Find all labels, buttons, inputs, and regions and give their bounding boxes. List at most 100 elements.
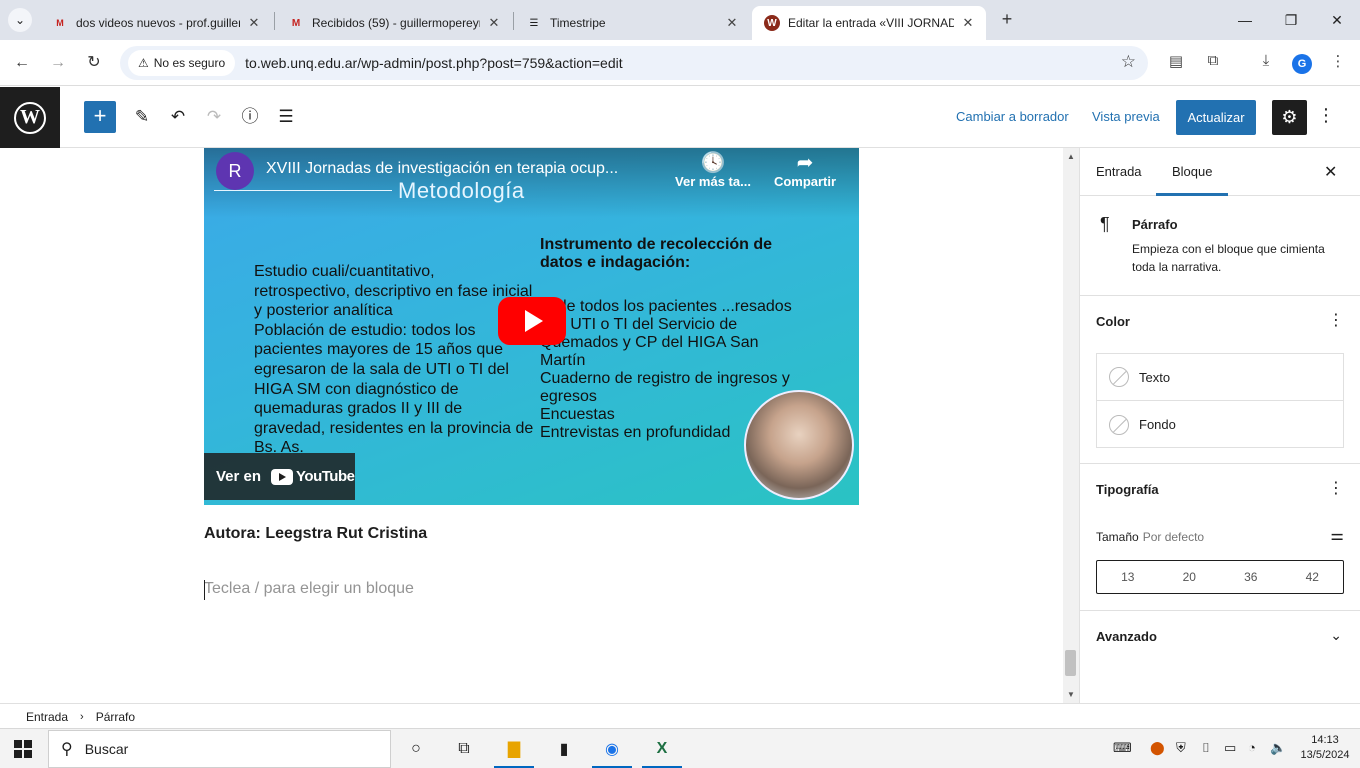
switch-to-draft-link[interactable]: Cambiar a borrador xyxy=(956,109,1069,124)
youtube-logo: YouTube xyxy=(271,468,355,485)
tab-block[interactable]: Bloque xyxy=(1172,164,1212,179)
presenter-webcam xyxy=(744,390,854,500)
minimize-button[interactable]: — xyxy=(1222,0,1268,40)
bookmark-star-icon[interactable]: ☆ xyxy=(1121,52,1136,72)
security-icon[interactable]: ⛨ xyxy=(1176,740,1186,756)
scroll-thumb[interactable] xyxy=(1065,650,1076,676)
update-button[interactable]: Actualizar xyxy=(1176,100,1256,135)
window-close-button[interactable]: ✕ xyxy=(1314,0,1360,40)
list-view-icon[interactable]: ☰ xyxy=(274,105,298,129)
chrome-icon[interactable]: ◉ xyxy=(600,737,624,761)
forward-button[interactable]: → xyxy=(46,51,70,75)
start-button[interactable] xyxy=(14,740,32,758)
share-button[interactable]: ➦ Compartir xyxy=(760,150,850,189)
task-view-icon[interactable]: ⧉ xyxy=(452,737,476,761)
chevron-down-icon[interactable]: ⌄ xyxy=(1330,627,1342,644)
new-tab-button[interactable]: + xyxy=(996,9,1018,31)
preview-link[interactable]: Vista previa xyxy=(1092,109,1160,124)
font-size-option[interactable]: 20 xyxy=(1159,561,1221,593)
scroll-down-icon[interactable]: ▼ xyxy=(1067,690,1075,699)
redo-icon[interactable]: ↷ xyxy=(202,105,226,129)
restore-button[interactable]: ❐ xyxy=(1268,0,1314,40)
play-button[interactable] xyxy=(498,297,566,345)
browser-tab[interactable]: M Recibidos (59) - guillermopereyra ✕ xyxy=(276,6,512,40)
browser-tab[interactable]: ☰ Timestripe ✕ xyxy=(514,6,750,40)
settings-sidebar: Entrada Bloque ✕ ¶ Párrafo Empieza con e… xyxy=(1079,148,1360,703)
excel-icon[interactable]: X xyxy=(650,737,674,761)
play-icon xyxy=(525,310,543,332)
options-menu-icon[interactable]: ⋮ xyxy=(1316,105,1336,129)
network-icon[interactable]: ▭ xyxy=(1224,740,1236,756)
channel-avatar[interactable]: R xyxy=(216,152,254,190)
info-icon[interactable]: ⓘ xyxy=(238,105,262,129)
wordpress-logo[interactable]: W xyxy=(0,87,60,148)
custom-size-icon[interactable]: ⚌ xyxy=(1331,526,1344,544)
author-paragraph[interactable]: Autora: Leegstra Rut Cristina xyxy=(204,525,427,543)
alert-icon[interactable]: ⬤ xyxy=(1150,740,1165,756)
scroll-up-icon[interactable]: ▲ xyxy=(1067,152,1075,161)
address-bar[interactable]: ⚠ No es seguro to.web.unq.edu.ar/wp-admi… xyxy=(120,46,1148,80)
file-explorer-icon[interactable]: ▇ xyxy=(502,737,526,761)
url-text[interactable]: to.web.unq.edu.ar/wp-admin/post.php?post… xyxy=(245,55,623,71)
close-sidebar-icon[interactable]: ✕ xyxy=(1324,162,1337,182)
breadcrumb-root[interactable]: Entrada xyxy=(26,710,68,724)
browser-tab[interactable]: M dos videos nuevos - prof.guillermo ✕ xyxy=(40,6,272,40)
typography-options-icon[interactable]: ⋮ xyxy=(1328,478,1344,498)
security-chip[interactable]: ⚠ No es seguro xyxy=(128,50,236,76)
color-panel-title: Color xyxy=(1096,314,1130,329)
taskbar-search[interactable]: ⚲ Buscar xyxy=(48,730,391,768)
font-size-option[interactable]: 42 xyxy=(1282,561,1344,593)
canvas-scrollbar[interactable]: ▲ ▼ xyxy=(1063,148,1079,703)
empty-block-placeholder[interactable]: Teclea / para elegir un bloque xyxy=(204,580,414,598)
block-inserter-button[interactable]: + xyxy=(84,101,116,133)
download-icon[interactable]: ⤓ xyxy=(1255,52,1277,74)
background-color-option[interactable]: Fondo xyxy=(1097,401,1343,448)
profile-avatar[interactable]: G xyxy=(1292,54,1312,74)
tab-post[interactable]: Entrada xyxy=(1096,164,1142,179)
browser-menu-icon[interactable]: ⋮ xyxy=(1327,52,1349,74)
edit-tool-icon[interactable]: ✎ xyxy=(130,105,154,129)
typography-panel: Tipografía ⋮ Tamaño Por defecto ⚌ 13 20 3… xyxy=(1080,464,1360,611)
youtube-embed[interactable]: Metodología R XVIII Jornadas de investig… xyxy=(204,148,859,505)
reader-mode-icon[interactable]: ▤ xyxy=(1165,52,1187,74)
gmail-icon: M xyxy=(56,18,64,28)
warning-icon: ⚠ xyxy=(138,56,149,70)
back-button[interactable]: ← xyxy=(10,51,34,75)
wordpress-icon: W xyxy=(14,101,46,134)
empty-swatch-icon xyxy=(1109,367,1129,387)
breadcrumb-current[interactable]: Párrafo xyxy=(96,710,135,724)
app-icon[interactable]: ▮ xyxy=(552,737,576,761)
close-icon[interactable]: ✕ xyxy=(724,15,740,31)
font-size-option[interactable]: 13 xyxy=(1097,561,1159,593)
taskbar-clock[interactable]: 14:13 13/5/2024 xyxy=(1296,733,1354,763)
video-title[interactable]: XVIII Jornadas de investigación en terap… xyxy=(266,160,618,178)
undo-icon[interactable]: ↶ xyxy=(166,105,190,129)
tab-search-button[interactable]: ⌄ xyxy=(8,8,32,32)
volume-icon[interactable]: 🔈 xyxy=(1270,740,1286,756)
font-size-option[interactable]: 36 xyxy=(1220,561,1282,593)
color-options-icon[interactable]: ⋮ xyxy=(1328,310,1344,330)
browser-tab-active[interactable]: W Editar la entrada «VIII JORNADAS ✕ xyxy=(752,6,986,40)
watch-on-youtube-button[interactable]: Ver en YouTube xyxy=(204,453,355,500)
cortana-icon[interactable]: ○ xyxy=(404,737,428,761)
extensions-icon[interactable]: ⧉ xyxy=(1202,52,1224,74)
wifi-icon[interactable]: ◔ xyxy=(1248,740,1256,755)
close-icon[interactable]: ✕ xyxy=(486,15,502,31)
advanced-panel[interactable]: Avanzado ⌄ xyxy=(1080,611,1360,663)
settings-gear-button[interactable]: ⚙ xyxy=(1272,100,1307,135)
close-icon[interactable]: ✕ xyxy=(960,15,976,31)
block-card: ¶ Párrafo Empieza con el bloque que cimi… xyxy=(1080,196,1360,296)
slide-divider xyxy=(214,190,392,191)
watch-later-button[interactable]: 🕓 Ver más ta... xyxy=(668,150,758,189)
timestripe-icon: ☰ xyxy=(529,17,539,29)
text-color-option[interactable]: Texto xyxy=(1097,354,1343,401)
keyboard-icon[interactable]: ⌨ xyxy=(1113,740,1132,756)
search-icon: ⚲ xyxy=(61,741,73,758)
chevron-right-icon: › xyxy=(80,710,84,723)
reload-button[interactable]: ↻ xyxy=(82,51,106,75)
close-icon[interactable]: ✕ xyxy=(246,15,262,31)
usb-icon[interactable]: ⌷ xyxy=(1202,740,1210,756)
color-panel: Color ⋮ Texto Fondo xyxy=(1080,296,1360,464)
slide-title: Metodología xyxy=(398,178,525,203)
advanced-panel-title: Avanzado xyxy=(1096,629,1157,644)
